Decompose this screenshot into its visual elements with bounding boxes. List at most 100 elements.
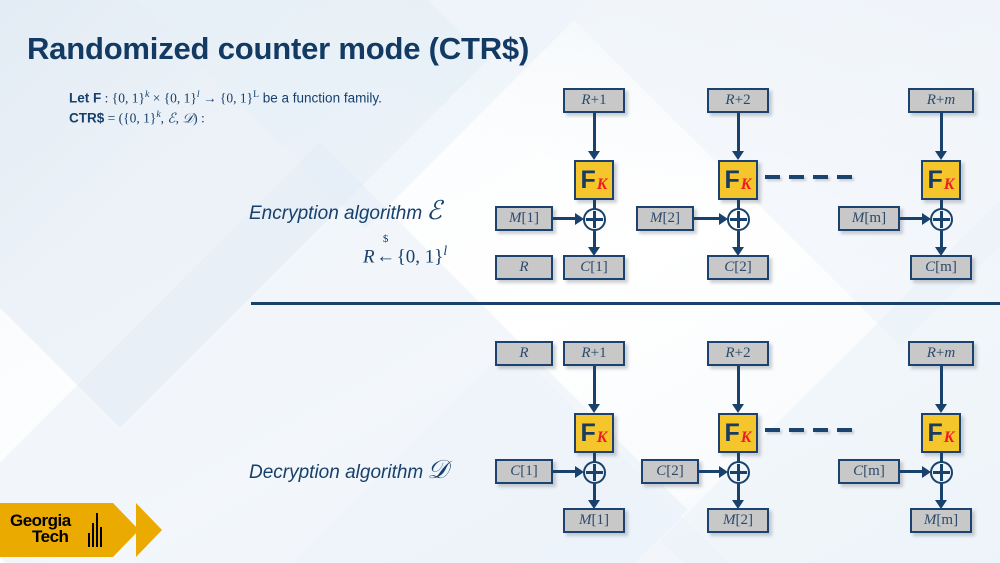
premise-let-f: Let F [69, 90, 102, 106]
dec-counter-op-1: + [590, 345, 600, 361]
dash [837, 428, 852, 432]
random-sup: l [443, 243, 448, 258]
enc-output-base-3: C [925, 259, 936, 275]
dec-r-input-box: R [495, 341, 553, 366]
enc-prf-key-3: K [943, 176, 955, 193]
dec-output-box-3: M [m] [910, 508, 972, 533]
decryption-algorithm-label: Decryption algorithm 𝒟 [249, 455, 448, 486]
premise-set-1: {0, 1} [111, 90, 145, 106]
dec-input-box-3: C [m] [838, 459, 900, 484]
enc-message-line-1 [553, 217, 577, 220]
dec-prf-box-3: FK [921, 413, 961, 453]
enc-output-index-1: [1] [590, 259, 608, 275]
enc-counter-box-2: R + 2 [707, 88, 769, 113]
enc-message-line-2 [694, 217, 721, 220]
dec-counter-box-3: R + m [908, 341, 974, 366]
dec-xor-3 [930, 461, 953, 484]
enc-r-output-label: R [519, 259, 529, 275]
enc-xor-1 [583, 208, 606, 231]
premise-set-3: {0, 1} [219, 90, 254, 106]
encryption-label-text: Encryption algorithm [249, 203, 423, 224]
dec-arrow-line-3 [940, 366, 943, 406]
enc-counter-op-1: + [590, 92, 600, 108]
encryption-algorithm-label: Encryption algorithm ℰ [249, 196, 442, 226]
enc-output-box-2: C [2] [707, 255, 769, 280]
dec-input-line-1 [553, 470, 577, 473]
premise-arrow: → [199, 90, 220, 106]
logo-chevron-icon [136, 503, 162, 557]
enc-prf-key-2: K [740, 176, 752, 193]
enc-output-box-3: C [m] [910, 255, 972, 280]
dec-prf-f-3: F [927, 418, 943, 447]
enc-arrow-line-3 [940, 113, 943, 153]
premise-colon: : [101, 90, 112, 106]
dec-prf-box-2: FK [718, 413, 758, 453]
enc-ellipsis-dashes [765, 175, 852, 179]
dec-ellipsis-dashes [765, 428, 852, 432]
enc-counter-base-1: R [581, 92, 591, 108]
dec-output-box-1: M [1] [563, 508, 625, 533]
dec-input-base-2: C [656, 463, 667, 479]
slide-title: Randomized counter mode (CTR$) [27, 31, 530, 66]
dash [837, 175, 852, 179]
dec-counter-box-1: R + 1 [563, 341, 625, 366]
dec-arrow-head-1 [588, 404, 600, 413]
dec-arrow-line-2 [737, 366, 740, 406]
enc-prf-f-1: F [580, 165, 596, 194]
enc-message-arrow-2 [719, 212, 728, 225]
dec-input-line-2 [699, 470, 721, 473]
dec-xor-2 [727, 461, 750, 484]
random-R: R [363, 246, 375, 268]
dec-counter-op-2: + [734, 345, 744, 361]
enc-arrow-head-3 [935, 151, 947, 160]
random-arrow: ← [376, 246, 396, 268]
enc-message-arrow-3 [922, 212, 931, 225]
dec-input-base-1: C [510, 463, 521, 479]
dash [789, 428, 804, 432]
enc-message-index-1: [1] [521, 210, 540, 226]
enc-counter-box-3: R + m [908, 88, 974, 113]
enc-prf-box-3: FK [921, 160, 961, 200]
dec-counter-box-2: R + 2 [707, 341, 769, 366]
enc-arrow-head-1 [588, 151, 600, 160]
section-divider [251, 302, 1000, 305]
random-dollar: $ [382, 233, 389, 246]
dash [765, 175, 780, 179]
dec-prf-f-2: F [724, 418, 740, 447]
dec-output-base-1: M [579, 512, 592, 528]
dash [813, 175, 828, 179]
dec-input-line-3 [900, 470, 924, 473]
enc-message-box-3: M [m] [838, 206, 900, 231]
enc-prf-f-2: F [724, 165, 740, 194]
enc-message-index-3: [m] [864, 210, 887, 226]
enc-prf-box-1: FK [574, 160, 614, 200]
enc-output-index-3: [m] [935, 259, 957, 275]
decryption-label-text: Decryption algorithm [249, 462, 424, 483]
enc-counter-box-1: R + 1 [563, 88, 625, 113]
logo-line-2: Tech [32, 527, 69, 546]
enc-counter-index-1: 1 [599, 92, 607, 108]
random-arrow-group: $ ← [375, 233, 397, 268]
premise-times: × [149, 90, 164, 106]
enc-r-output-box: R [495, 255, 553, 280]
enc-prf-box-2: FK [718, 160, 758, 200]
dec-input-arrow-1 [575, 465, 584, 478]
random-set: {0, 1} [396, 246, 444, 268]
dash [789, 175, 804, 179]
dec-prf-key-1: K [596, 429, 608, 446]
dec-counter-index-2: 2 [743, 345, 751, 361]
dec-input-arrow-2 [719, 465, 728, 478]
dec-input-arrow-3 [922, 465, 931, 478]
random-seed-assignment: R $ ←{0, 1}l [363, 233, 448, 268]
dec-input-base-3: C [853, 463, 864, 479]
premise-symbol-E: ℰ [167, 110, 176, 126]
enc-message-box-1: M [1] [495, 206, 553, 231]
enc-prf-key-1: K [596, 176, 608, 193]
dec-arrow-head-2 [732, 404, 744, 413]
dash [813, 428, 828, 432]
dec-output-base-3: M [923, 512, 937, 528]
enc-message-arrow-1 [575, 212, 584, 225]
enc-message-base-3: M [851, 210, 865, 226]
enc-output-box-1: C [1] [563, 255, 625, 280]
enc-counter-index-3: m [944, 92, 956, 108]
